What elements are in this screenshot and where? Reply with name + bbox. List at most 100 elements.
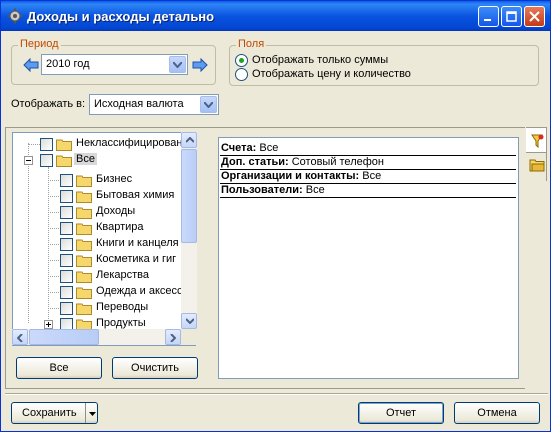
radio-only-sums[interactable]: Отображать только суммы: [235, 54, 435, 68]
radio-only-sums-label: Отображать только суммы: [252, 54, 389, 66]
folder-icon: [76, 271, 92, 283]
tree-item-label: Лекарства: [96, 269, 150, 281]
filter-key: Счета:: [221, 142, 257, 154]
tree-item[interactable]: Все: [13, 152, 195, 168]
collapse-toggle[interactable]: [24, 156, 33, 165]
chevron-down-icon: [204, 102, 213, 108]
tree-item[interactable]: Переводы: [13, 300, 195, 316]
fields-group-label: Поля: [236, 38, 267, 50]
tree-item[interactable]: Книги и канцеля: [13, 236, 195, 252]
filter-key: Пользователи:: [221, 184, 303, 196]
save-split-button[interactable]: Сохранить: [11, 402, 98, 424]
tree-item-label: Косметика и гиг: [96, 253, 177, 265]
expand-toggle[interactable]: [44, 320, 53, 329]
tree-item-checkbox[interactable]: [40, 154, 53, 167]
tree-item-checkbox[interactable]: [60, 270, 73, 283]
filter-value: Сотовый телефон: [291, 156, 384, 168]
scroll-right-button[interactable]: [165, 329, 181, 345]
tree-item[interactable]: Доходы: [13, 204, 195, 220]
filter-row-organizations: Организации и контакты: Все: [220, 170, 516, 184]
chevron-up-icon: [186, 137, 194, 143]
currency-select-value: Исходная валюта: [94, 98, 184, 110]
tree-item-label: Книги и канцеля: [96, 237, 179, 249]
radio-circle[interactable]: [235, 54, 248, 67]
select-all-button[interactable]: Все: [16, 357, 102, 379]
tree-item-label: Продукты: [96, 317, 146, 329]
report-button[interactable]: Отчет: [358, 402, 444, 424]
tree-item-checkbox[interactable]: [60, 174, 73, 187]
chevron-down-icon: [173, 62, 182, 68]
tree-item[interactable]: Квартира: [13, 220, 195, 236]
tree-item-checkbox[interactable]: [60, 206, 73, 219]
folder-icon: [76, 223, 92, 235]
tree-item[interactable]: Одежда и аксесс: [13, 284, 195, 300]
folder-icon: [76, 287, 92, 299]
tree-item-label: Бизнес: [96, 173, 133, 185]
tree-item-checkbox[interactable]: [60, 286, 73, 299]
folder-icon: [76, 239, 92, 251]
tree-item-checkbox[interactable]: [40, 138, 53, 151]
clear-button[interactable]: Очистить: [112, 357, 198, 379]
tree-item[interactable]: Бытовая химия: [13, 188, 195, 204]
tree-item-checkbox[interactable]: [60, 238, 73, 251]
filter-row-users: Пользователи: Все: [220, 184, 516, 198]
minimize-icon: [484, 19, 491, 21]
maximize-button[interactable]: [501, 6, 522, 27]
tab-filter[interactable]: [526, 127, 547, 153]
tree-item-label: Все: [74, 153, 97, 165]
save-button-label: Сохранить: [22, 407, 77, 419]
tree-item[interactable]: Бизнес: [13, 172, 195, 188]
arrow-right-icon[interactable]: [192, 58, 208, 72]
tab-folders[interactable]: [526, 153, 547, 181]
currency-select[interactable]: Исходная валюта: [89, 94, 219, 115]
title-bar[interactable]: Доходы и расходы детально: [1, 1, 550, 31]
dropdown-arrow-icon[interactable]: [89, 412, 96, 416]
radio-price-quantity-label: Отображать цену и количество: [252, 68, 411, 80]
radio-circle[interactable]: [235, 68, 248, 81]
scroll-thumb[interactable]: [29, 329, 99, 345]
tree-item-checkbox[interactable]: [60, 190, 73, 203]
radio-price-quantity[interactable]: Отображать цену и количество: [235, 68, 435, 82]
folder-icon: [76, 175, 92, 187]
scroll-thumb[interactable]: [181, 149, 197, 243]
tree-vertical-scrollbar[interactable]: [181, 132, 197, 329]
minimize-button[interactable]: [478, 6, 499, 27]
tree-item-label: Квартира: [96, 221, 144, 233]
arrow-left-icon[interactable]: [23, 58, 39, 72]
category-tree[interactable]: Неклассифицирован Все Бизнес Бытовая хим…: [12, 132, 196, 346]
close-icon: [529, 11, 540, 22]
tree-item[interactable]: Лекарства: [13, 268, 195, 284]
tree-horizontal-scrollbar[interactable]: [12, 329, 181, 345]
filter-value: Все: [305, 184, 325, 196]
scroll-up-button[interactable]: [181, 132, 197, 148]
period-select-value: 2010 год: [46, 58, 90, 70]
folder-stack-icon: [529, 159, 545, 172]
cancel-button[interactable]: Отмена: [454, 402, 540, 424]
chevron-down-icon: [186, 318, 194, 324]
tree-item[interactable]: Косметика и гиг: [13, 252, 195, 268]
tree-item-checkbox[interactable]: [60, 302, 73, 315]
tree-item-checkbox[interactable]: [60, 254, 73, 267]
gear-icon: [7, 8, 23, 24]
close-button[interactable]: [524, 6, 545, 27]
period-dropdown-button[interactable]: [169, 56, 186, 73]
scroll-corner: [181, 329, 197, 345]
period-select[interactable]: 2010 год: [41, 54, 188, 75]
tree-item-checkbox[interactable]: [60, 222, 73, 235]
scroll-down-button[interactable]: [181, 313, 197, 329]
currency-dropdown-button[interactable]: [200, 96, 217, 113]
filter-summary: Счета: Все Доп. статьи: Сотовый телефон …: [218, 137, 519, 379]
radio-selected-dot: [239, 58, 244, 63]
folder-icon: [76, 207, 92, 219]
folder-icon: [76, 191, 92, 203]
report-window: Доходы и расходы детально Период 2010 го…: [0, 0, 551, 432]
tree-item-label: Одежда и аксесс: [96, 285, 183, 297]
folder-open-icon: [56, 155, 72, 167]
filter-value: Все: [362, 170, 382, 182]
period-group-label: Период: [18, 38, 61, 50]
folder-icon: [76, 255, 92, 267]
maximize-icon: [506, 11, 517, 22]
chevron-left-icon: [17, 334, 23, 342]
tree-item[interactable]: Неклассифицирован: [13, 136, 195, 152]
scroll-left-button[interactable]: [12, 329, 28, 345]
